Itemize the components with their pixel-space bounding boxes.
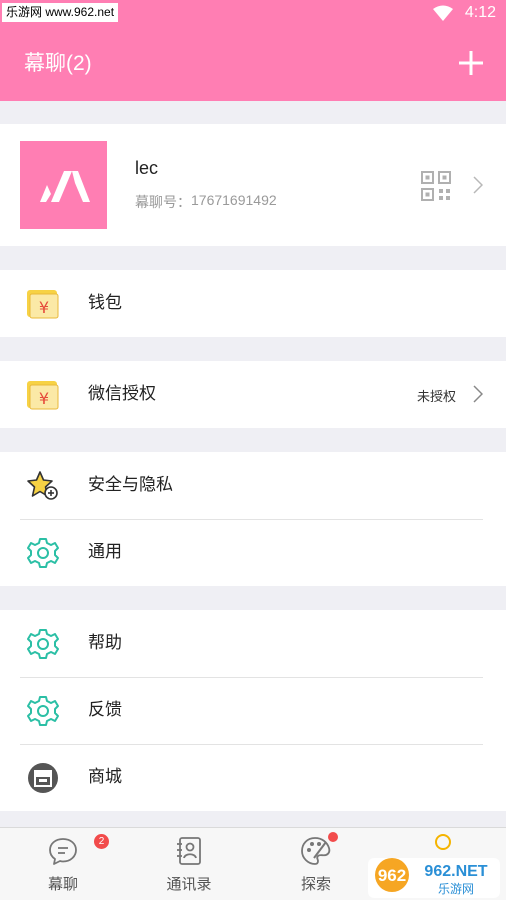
menu-item-security[interactable]: 安全与隐私: [0, 452, 506, 519]
menu-label-wechat-auth: 微信授权: [88, 384, 156, 404]
menu-label-shop: 商城: [88, 767, 122, 787]
store-icon: [28, 763, 58, 793]
wallet-section: ¥ 钱包: [0, 270, 506, 337]
svg-text:962: 962: [378, 866, 406, 885]
qr-code-icon[interactable]: [421, 171, 451, 201]
auth-status: 未授权: [416, 390, 456, 405]
profile-id-value: 17671691492: [191, 192, 277, 208]
menu-item-wallet[interactable]: ¥ 钱包: [0, 270, 506, 337]
tab-contacts[interactable]: 通讯录: [139, 828, 239, 900]
chevron-right-icon: [473, 385, 483, 403]
palette-icon: [301, 837, 331, 865]
wallet-icon: ¥: [27, 381, 59, 410]
watermark-subtext: 乐游网: [438, 882, 474, 896]
menu-label-security: 安全与隐私: [88, 475, 173, 495]
notification-dot: [328, 832, 338, 842]
profile-id: 幕聊号： 17671691492: [135, 192, 277, 212]
menu-item-general[interactable]: 通用: [0, 519, 506, 586]
status-time: 4:12: [464, 4, 496, 21]
app-logo-icon: [40, 171, 90, 202]
avatar[interactable]: [20, 141, 107, 229]
profile-card[interactable]: lec 幕聊号： 17671691492: [0, 124, 506, 246]
svg-text:¥: ¥: [39, 298, 49, 317]
star-icon: [27, 471, 58, 500]
chevron-right-icon: [473, 176, 483, 194]
tab-label-explore: 探索: [300, 875, 331, 893]
unread-badge: 2: [94, 834, 109, 849]
contacts-book-icon: [177, 837, 201, 865]
support-section: 帮助 反馈 商城: [0, 610, 506, 811]
watermark-text: 962.NET: [424, 863, 487, 880]
wallet-icon: ¥: [27, 290, 59, 319]
menu-item-feedback[interactable]: 反馈: [0, 677, 506, 744]
profile-id-label: 幕聊号：: [135, 195, 191, 211]
menu-label-wallet: 钱包: [88, 293, 122, 313]
plus-icon[interactable]: [454, 46, 488, 80]
menu-item-shop[interactable]: 商城: [0, 744, 506, 811]
status-icons: 4:12: [432, 2, 496, 24]
menu-item-wechat-auth[interactable]: ¥ 微信授权 未授权: [0, 361, 506, 428]
wechat-auth-section: ¥ 微信授权 未授权: [0, 361, 506, 428]
menu-item-help[interactable]: 帮助: [0, 610, 506, 677]
tab-label-contacts: 通讯录: [166, 875, 212, 893]
menu-label-help: 帮助: [88, 633, 122, 653]
profile-name: lec: [135, 158, 159, 178]
tab-explore[interactable]: 探索: [266, 828, 366, 900]
tab-label-chats: 幕聊: [47, 875, 78, 893]
watermark-label: 乐游网 www.962.net: [2, 3, 119, 22]
menu-label-general: 通用: [88, 542, 122, 562]
svg-text:¥: ¥: [39, 389, 49, 408]
chat-bubble-icon: [49, 838, 77, 865]
watermark-logo: 962 962.NET 乐游网: [368, 858, 500, 898]
gear-icon: [27, 696, 59, 726]
wifi-icon: [432, 5, 453, 21]
settings-section: 安全与隐私 通用: [0, 452, 506, 586]
menu-label-feedback: 反馈: [88, 700, 122, 720]
app-bar: 幕聊(2): [0, 26, 506, 101]
gear-icon: [27, 538, 59, 568]
page-title: 幕聊(2): [24, 52, 92, 75]
status-bar: 乐游网 www.962.net 4:12: [0, 0, 506, 26]
tab-chats[interactable]: 2 幕聊: [13, 828, 113, 900]
gear-icon: [27, 629, 59, 659]
